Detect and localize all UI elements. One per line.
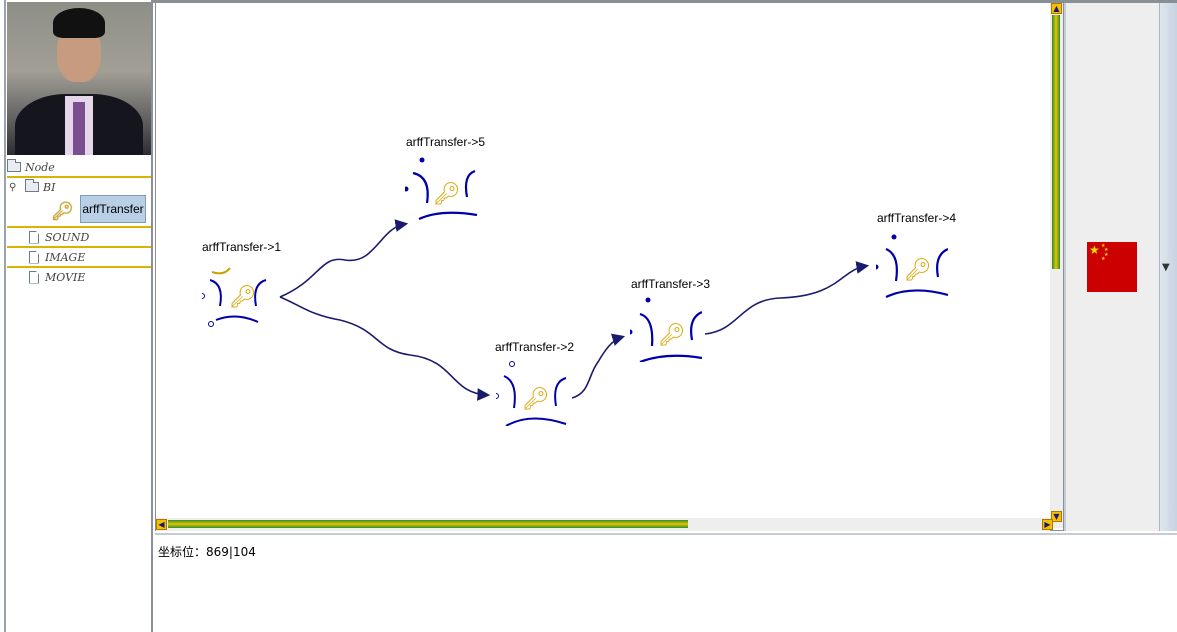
- tree-item-label: IMAGE: [45, 250, 86, 264]
- scroll-left-arrow-icon[interactable]: ◀: [156, 519, 167, 530]
- vertical-scrollbar[interactable]: ▲ ▼: [1050, 3, 1063, 528]
- folder-icon: [7, 159, 21, 172]
- tree-item-label: BI: [43, 180, 56, 194]
- tree-item-movie[interactable]: MOVIE: [7, 268, 151, 286]
- tree-item-selected[interactable]: arffTransfer: [80, 195, 146, 223]
- folder-icon: [25, 179, 39, 192]
- tree-root[interactable]: Node: [7, 158, 151, 178]
- avatar-hair: [53, 8, 105, 38]
- tree-item-label: MOVIE: [45, 270, 86, 284]
- node-label: arffTransfer->3: [631, 277, 711, 291]
- vertical-scroll-thumb[interactable]: [1052, 15, 1060, 269]
- tree-item-image[interactable]: IMAGE: [7, 248, 151, 268]
- scroll-up-arrow-icon[interactable]: ▲: [1051, 3, 1062, 14]
- horizontal-scrollbar[interactable]: ◀ ▶: [156, 518, 1053, 531]
- left-panel-edge: [0, 0, 6, 632]
- avatar: [7, 2, 151, 155]
- avatar-tie: [73, 102, 85, 155]
- flag-star-icon: ★: [1089, 243, 1100, 257]
- key-icon: 🔑︎: [433, 182, 461, 207]
- node-label: arffTransfer->1: [202, 240, 282, 254]
- left-panel: Node ⚲ BI 🔑︎ arffTransfer SOUND IMAGE MO…: [0, 0, 153, 632]
- key-icon: 🔑︎: [904, 258, 932, 283]
- workflow-node[interactable]: 🔑︎: [496, 360, 568, 426]
- page-icon: [29, 250, 39, 264]
- key-icon: 🔑︎: [229, 285, 257, 310]
- status-panel: 坐标位：869|104: [155, 533, 1177, 630]
- page-icon: [29, 230, 39, 244]
- expand-toggle-icon[interactable]: ⚲: [9, 182, 25, 193]
- page-icon: [29, 270, 39, 284]
- key-icon: 🔑︎: [658, 323, 686, 348]
- workflow-node[interactable]: 🔑︎: [630, 296, 702, 362]
- coordinate-readout: 坐标位：869|104: [158, 545, 256, 559]
- workflow-node[interactable]: 🔑︎: [202, 262, 274, 328]
- scroll-right-arrow-icon[interactable]: ▶: [1042, 519, 1053, 530]
- china-flag-icon[interactable]: ★ ★ ★ ★ ★: [1087, 242, 1137, 292]
- tree-root-label: Node: [25, 160, 55, 174]
- node-label: arffTransfer->4: [877, 211, 957, 225]
- tree-item-label: SOUND: [45, 230, 90, 244]
- flag-star-icon: ★: [1101, 256, 1106, 262]
- tree-item-bi[interactable]: ⚲ BI: [7, 178, 151, 196]
- workflow-node[interactable]: 🔑︎: [876, 233, 948, 299]
- node-label: arffTransfer->2: [495, 340, 575, 354]
- key-icon: 🔑︎: [51, 200, 74, 222]
- chevron-down-icon[interactable]: ▼: [1162, 262, 1170, 273]
- node-label: arffTransfer->5: [406, 135, 486, 149]
- key-icon: 🔑︎: [522, 387, 550, 412]
- node-tree[interactable]: Node ⚲ BI 🔑︎ arffTransfer SOUND IMAGE MO…: [7, 158, 151, 286]
- tree-item-sound[interactable]: SOUND: [7, 226, 151, 248]
- horizontal-scroll-thumb[interactable]: [168, 520, 688, 528]
- workflow-node[interactable]: 🔑︎: [405, 157, 477, 223]
